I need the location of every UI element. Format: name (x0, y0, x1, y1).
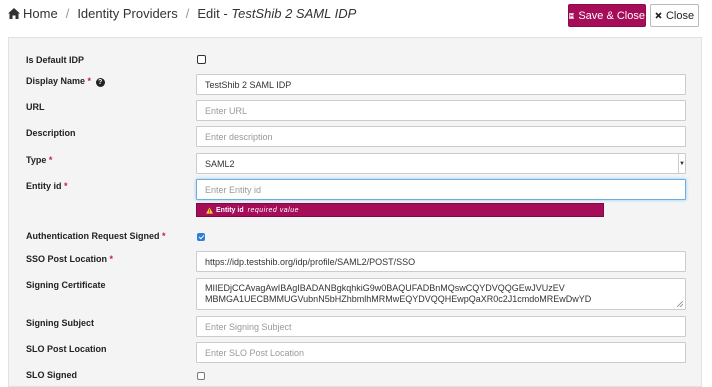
save-icon (569, 12, 575, 19)
chevron-down-icon[interactable]: ▼ (678, 154, 685, 173)
sso-post-location-label-text: SSO Post Location (26, 254, 108, 264)
required-mark: * (48, 155, 53, 165)
signing-certificate-line: MIIEDjCCAvagAwIBAgIBADANBgkqhkiG9w0BAQUF… (205, 283, 565, 293)
signing-certificate-line: MBMGA1UECBMMUGVubnN5bHZhbmlhMRMwEQYDVQQH… (205, 294, 592, 304)
display-name-label-text: Display Name (26, 76, 86, 86)
form-panel: Is Default IDP Display Name * ? TestShib… (8, 37, 702, 387)
home-icon (8, 8, 20, 19)
required-mark: * (87, 76, 92, 86)
warning-icon (206, 206, 213, 214)
type-label: Type * (26, 155, 52, 165)
slo-signed-checkbox[interactable] (197, 372, 205, 380)
signing-certificate-label: Signing Certificate (26, 280, 106, 290)
close-label: Close (665, 9, 695, 22)
auth-request-signed-checkbox[interactable] (197, 233, 205, 241)
breadcrumb-edit-name: TestShib 2 SAML IDP (231, 6, 357, 21)
breadcrumb: Home / Identity Providers / Edit - TestS… (8, 6, 356, 21)
resize-handle-icon[interactable] (677, 301, 683, 307)
top-bar: Home / Identity Providers / Edit - TestS… (0, 0, 712, 32)
display-name-label: Display Name * ? (26, 76, 105, 87)
entity-id-label-text: Entity id (26, 181, 62, 191)
save-and-close-button[interactable]: Save & Close (568, 4, 646, 27)
entity-id-error-message: Entity id required value (196, 203, 604, 217)
entity-id-input[interactable]: Enter Entity id (196, 179, 686, 200)
signing-certificate-textarea[interactable]: MIIEDjCCAvagAwIBAgIBADANBgkqhkiG9w0BAQUF… (196, 278, 686, 310)
breadcrumb-separator: / (185, 6, 190, 21)
signing-subject-input[interactable]: Enter Signing Subject (196, 316, 686, 337)
auth-request-signed-label-text: Authentication Request Signed (26, 231, 160, 241)
slo-signed-label: SLO Signed (26, 370, 78, 380)
error-field-name: Entity id (216, 206, 244, 214)
close-icon (655, 12, 662, 19)
slo-post-location-label: SLO Post Location (26, 344, 107, 354)
signing-subject-label: Signing Subject (26, 318, 95, 328)
breadcrumb-separator: / (65, 6, 70, 21)
required-mark: * (162, 231, 166, 241)
breadcrumb-home-link[interactable]: Home (23, 6, 58, 21)
type-select[interactable]: SAML2 ▼ (196, 153, 686, 174)
entity-id-label: Entity id * (26, 181, 68, 191)
description-input[interactable]: Enter description (196, 126, 686, 147)
is-default-idp-checkbox[interactable] (197, 55, 206, 64)
is-default-idp-label: Is Default IDP (26, 55, 85, 65)
url-input[interactable]: Enter URL (196, 100, 686, 121)
sso-post-location-input[interactable]: https://idp.testshib.org/idp/profile/SAM… (196, 251, 686, 272)
help-icon[interactable]: ? (95, 78, 105, 87)
breadcrumb-current: Edit - TestShib 2 SAML IDP (197, 6, 356, 21)
description-label: Description (26, 128, 76, 138)
type-label-text: Type (26, 155, 47, 165)
display-name-input[interactable]: TestShib 2 SAML IDP (196, 74, 686, 95)
slo-post-location-input[interactable]: Enter SLO Post Location (196, 342, 686, 363)
save-and-close-label: Save & Close (578, 9, 645, 22)
auth-request-signed-label: Authentication Request Signed * (26, 231, 166, 241)
url-label: URL (26, 102, 45, 112)
error-text: required value (247, 206, 299, 214)
breadcrumb-edit-prefix: Edit - (197, 6, 232, 21)
required-mark: * (64, 181, 68, 191)
required-mark: * (109, 254, 114, 264)
sso-post-location-label: SSO Post Location * (26, 254, 113, 264)
breadcrumb-identity-providers-link[interactable]: Identity Providers (77, 6, 177, 21)
type-select-value: SAML2 (205, 158, 235, 169)
close-button[interactable]: Close (650, 4, 699, 27)
